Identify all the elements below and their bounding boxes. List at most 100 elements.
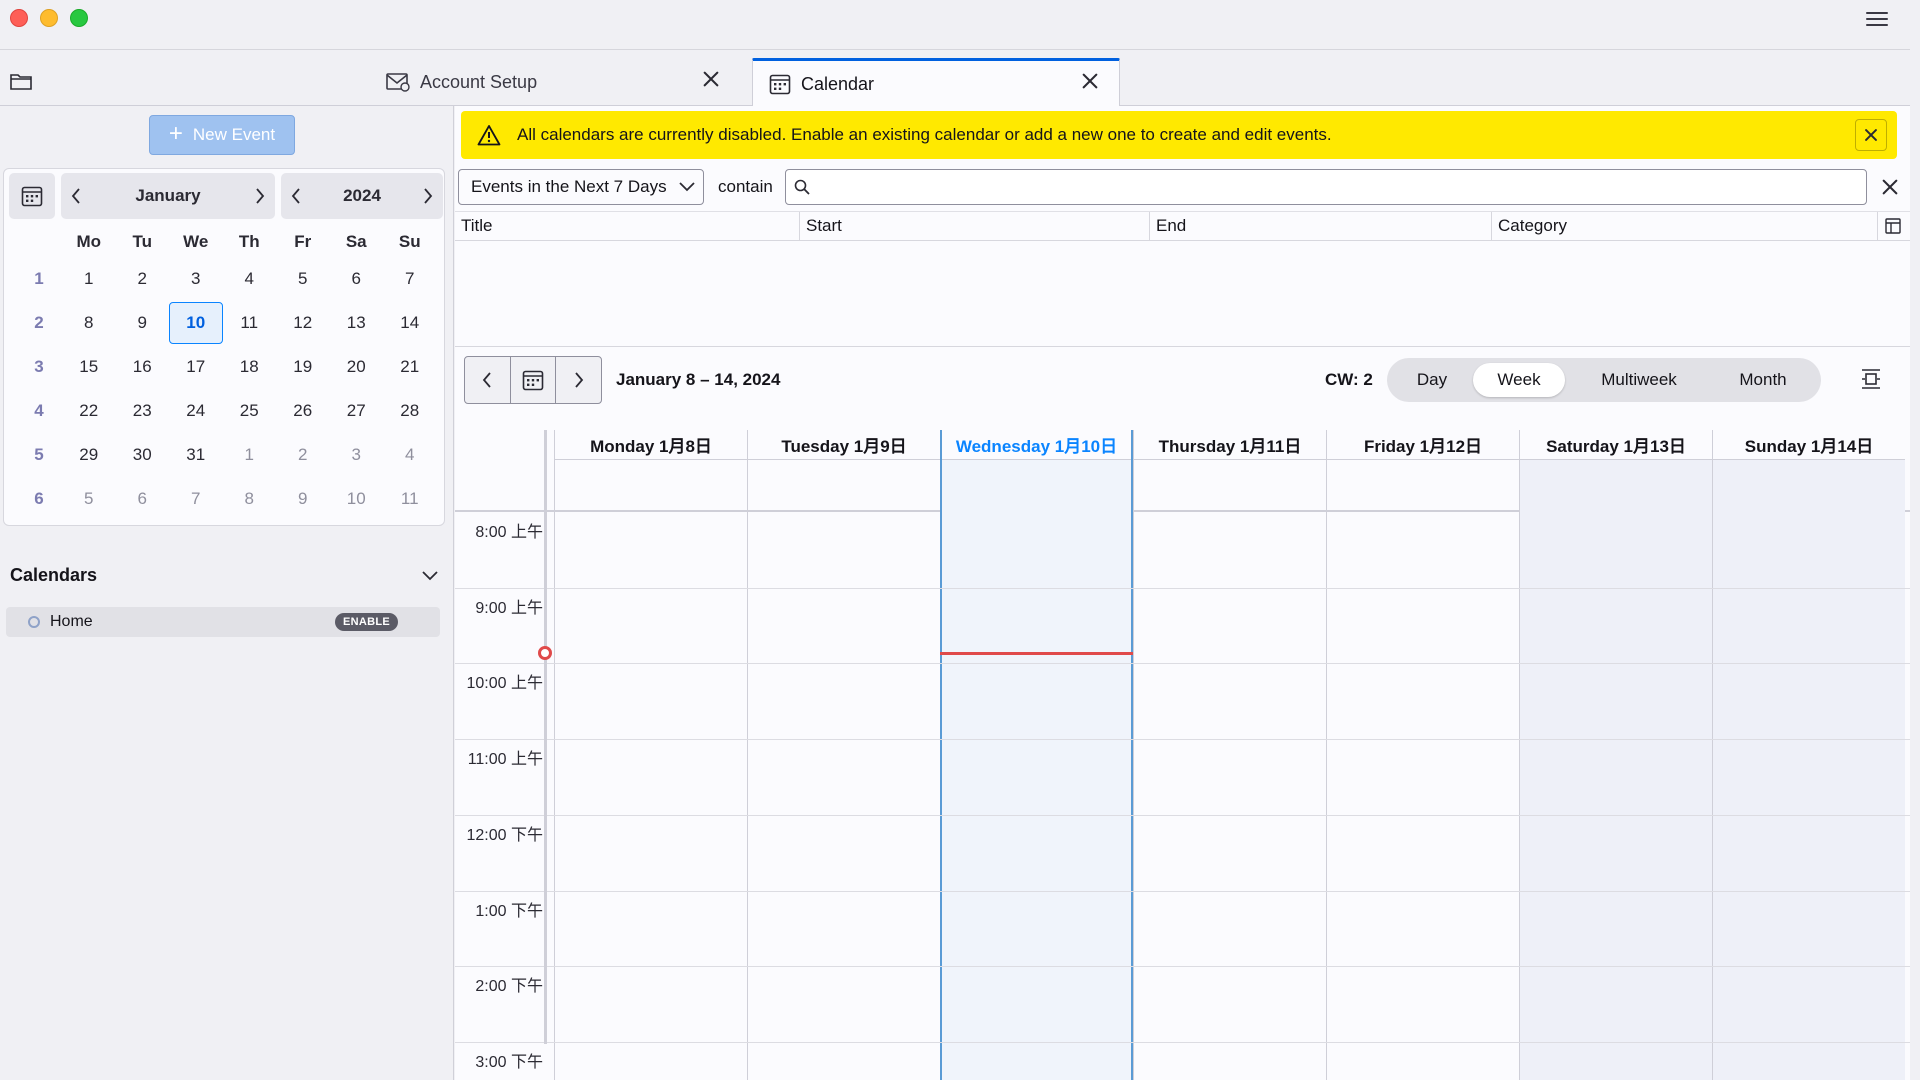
day-header-5[interactable]: Saturday 1月13日 <box>1519 430 1712 512</box>
next-year-button[interactable] <box>413 181 443 211</box>
mini-calendar-day[interactable]: 2 <box>116 269 170 289</box>
column-start[interactable]: Start <box>800 212 1150 240</box>
enable-calendar-button[interactable]: ENABLE <box>334 613 398 631</box>
day-header-4[interactable]: Friday 1月12日 <box>1326 430 1519 512</box>
mini-calendar-day[interactable]: 3 <box>169 269 223 289</box>
view-day-tab[interactable]: Day <box>1391 363 1473 397</box>
mini-calendar-day[interactable]: 2 <box>276 445 330 465</box>
mini-calendar-day[interactable]: 8 <box>223 489 277 509</box>
calendars-section-header[interactable]: Calendars <box>10 565 438 586</box>
mini-calendar-day[interactable]: 27 <box>330 401 384 421</box>
mini-calendar-day[interactable]: 16 <box>116 357 170 377</box>
mini-calendar-day[interactable]: 29 <box>62 445 116 465</box>
mini-calendar-day[interactable]: 7 <box>169 489 223 509</box>
event-search-box[interactable] <box>784 169 1867 205</box>
view-options-icon[interactable] <box>1860 368 1882 390</box>
mini-calendar-day[interactable]: 14 <box>383 313 437 333</box>
week-number[interactable]: 1 <box>16 269 62 289</box>
mini-calendar-day[interactable]: 28 <box>383 401 437 421</box>
mini-calendar-day[interactable]: 25 <box>223 401 277 421</box>
mini-calendar-day[interactable]: 9 <box>116 313 170 333</box>
mini-calendar-day[interactable]: 23 <box>116 401 170 421</box>
view-multiweek-tab[interactable]: Multiweek <box>1565 363 1713 397</box>
week-number[interactable]: 5 <box>16 445 62 465</box>
previous-month-button[interactable] <box>61 181 91 211</box>
clear-filter-button[interactable] <box>1881 178 1899 196</box>
week-day-headers: Monday 1月8日 Tuesday 1月9日 Wednesday 1月10日 Th… <box>455 430 1910 512</box>
previous-week-button[interactable] <box>465 357 511 403</box>
tab-calendar[interactable]: Calendar <box>752 58 1120 107</box>
previous-year-button[interactable] <box>281 181 311 211</box>
tab-account-setup[interactable]: Account Setup <box>370 58 740 106</box>
mini-calendar-day[interactable]: 22 <box>62 401 116 421</box>
day-header-1[interactable]: Tuesday 1月9日 <box>747 430 940 512</box>
mini-calendar-day[interactable]: 19 <box>276 357 330 377</box>
mini-calendar-day[interactable]: 13 <box>330 313 384 333</box>
event-range-select[interactable]: Events in the Next 7 Days <box>458 169 704 205</box>
mini-calendar-day[interactable]: 11 <box>383 489 437 509</box>
tab-close-button[interactable] <box>1081 72 1105 96</box>
day-header-0[interactable]: Monday 1月8日 <box>554 430 747 512</box>
mini-calendar-day[interactable]: 17 <box>169 357 223 377</box>
tab-close-button[interactable] <box>702 70 726 94</box>
day-column-5[interactable] <box>1519 512 1712 1080</box>
window-minimize-button[interactable] <box>40 9 58 27</box>
chevron-down-icon[interactable] <box>422 570 438 581</box>
folder-icon[interactable] <box>10 72 32 95</box>
mini-calendar-day[interactable]: 21 <box>383 357 437 377</box>
mini-calendar-day[interactable]: 26 <box>276 401 330 421</box>
day-header-2[interactable]: Wednesday 1月10日 <box>940 430 1133 512</box>
mini-calendar-day[interactable]: 8 <box>62 313 116 333</box>
app-menu-icon[interactable] <box>1866 8 1888 28</box>
day-header-3[interactable]: Thursday 1月11日 <box>1133 430 1326 512</box>
mini-calendar-day[interactable]: 31 <box>169 445 223 465</box>
week-number[interactable]: 2 <box>16 313 62 333</box>
mini-calendar-day[interactable]: 11 <box>223 313 277 333</box>
mini-calendar-day[interactable]: 6 <box>116 489 170 509</box>
day-header-6[interactable]: Sunday 1月14日 <box>1712 430 1905 512</box>
mini-calendar-day[interactable]: 30 <box>116 445 170 465</box>
day-column-6[interactable] <box>1712 512 1905 1080</box>
next-week-button[interactable] <box>556 357 601 403</box>
mini-calendar-day[interactable]: 3 <box>330 445 384 465</box>
day-column-2[interactable] <box>940 512 1133 1080</box>
mini-calendar-day[interactable]: 20 <box>330 357 384 377</box>
column-title[interactable]: Title <box>455 212 800 240</box>
mini-calendar-today[interactable]: 10 <box>169 302 223 344</box>
column-picker-icon[interactable] <box>1878 212 1908 240</box>
mini-calendar-day[interactable]: 6 <box>330 269 384 289</box>
mini-calendar-day[interactable]: 5 <box>62 489 116 509</box>
view-week-tab[interactable]: Week <box>1473 363 1565 397</box>
mini-calendar-day[interactable]: 1 <box>223 445 277 465</box>
mini-calendar-day[interactable]: 4 <box>383 445 437 465</box>
column-end[interactable]: End <box>1150 212 1492 240</box>
week-number[interactable]: 4 <box>16 401 62 421</box>
calendar-list-item[interactable]: Home ENABLE <box>6 607 440 637</box>
new-event-button[interactable]: + New Event <box>149 115 295 155</box>
mini-calendar-day[interactable]: 24 <box>169 401 223 421</box>
mini-calendar-day[interactable]: 7 <box>383 269 437 289</box>
column-category[interactable]: Category <box>1492 212 1878 240</box>
view-month-tab[interactable]: Month <box>1713 363 1813 397</box>
today-button[interactable] <box>511 357 557 403</box>
event-search-input[interactable] <box>815 178 1866 196</box>
week-number[interactable]: 6 <box>16 489 62 509</box>
next-month-button[interactable] <box>245 181 275 211</box>
mini-calendar-day[interactable]: 5 <box>276 269 330 289</box>
day-column-3[interactable] <box>1133 512 1326 1080</box>
day-column-0[interactable] <box>554 512 747 1080</box>
window-close-button[interactable] <box>10 9 28 27</box>
window-maximize-button[interactable] <box>70 9 88 27</box>
mini-calendar-day[interactable]: 4 <box>223 269 277 289</box>
mini-calendar-day[interactable]: 15 <box>62 357 116 377</box>
mini-calendar-day[interactable]: 9 <box>276 489 330 509</box>
mini-calendar-day[interactable]: 12 <box>276 313 330 333</box>
mini-calendar-day[interactable]: 1 <box>62 269 116 289</box>
day-column-1[interactable] <box>747 512 940 1080</box>
day-column-4[interactable] <box>1326 512 1519 1080</box>
mini-calendar-day[interactable]: 18 <box>223 357 277 377</box>
mini-calendar-day[interactable]: 10 <box>330 489 384 509</box>
week-number[interactable]: 3 <box>16 357 62 377</box>
notification-close-button[interactable] <box>1855 119 1887 151</box>
go-to-today-button[interactable] <box>9 173 55 219</box>
